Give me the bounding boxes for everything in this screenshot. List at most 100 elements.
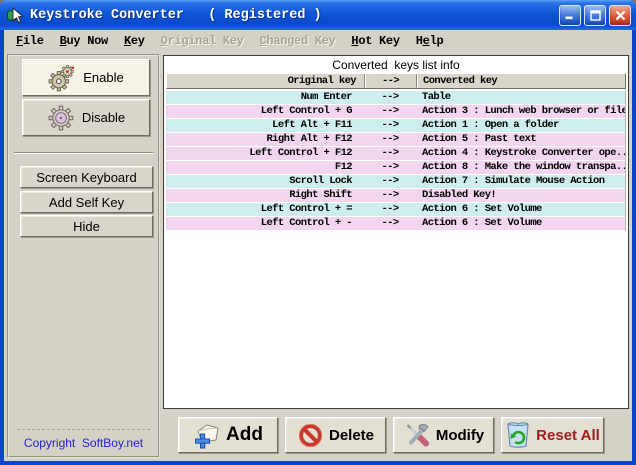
converted-key-cell: Table [416, 91, 625, 104]
converted-key-cell: Action 4 : Keystroke Converter ope... [416, 147, 625, 160]
menu-item-text: riginal Key [168, 34, 244, 48]
menu-item-buy-now[interactable]: Buy Now [52, 32, 116, 50]
list-title: Converted keys list info [164, 56, 628, 73]
column-header-original-key[interactable]: Original key [167, 74, 365, 88]
maximize-button[interactable] [584, 5, 606, 26]
menu-item-mnemonic: O [161, 34, 168, 48]
original-key-cell: Left Control + G [166, 105, 364, 118]
column-header-converted-key[interactable]: Converted key [417, 74, 625, 88]
menu-item-mnemonic: F [16, 34, 23, 48]
window-body: FileBuy NowKeyOriginal KeyChanged KeyHot… [4, 30, 632, 461]
delete-button[interactable]: Delete [285, 417, 386, 453]
add-label: Add [226, 424, 263, 446]
original-key-cell: Num Enter [166, 91, 364, 104]
minimize-button[interactable] [559, 5, 581, 26]
original-key-cell: Left Control + F12 [166, 147, 364, 160]
table-row[interactable]: Left Control + --->Action 6 : Set Volume [166, 217, 625, 231]
enable-button[interactable]: Enable [22, 59, 150, 96]
original-key-cell: Scroll Lock [166, 175, 364, 188]
converted-keys-panel: Converted keys list info Original key --… [163, 55, 629, 409]
arrow-cell: --> [364, 175, 416, 188]
arrow-cell: --> [364, 105, 416, 118]
add-button[interactable]: Add [178, 417, 278, 453]
converted-key-cell: Action 5 : Past text [416, 133, 625, 146]
menu-item-text: ile [23, 34, 44, 48]
converted-key-cell: Action 3 : Lunch web browser or file [416, 105, 625, 118]
table-row[interactable]: Scroll Lock-->Action 7 : Simulate Mouse … [166, 175, 625, 189]
table-row[interactable]: Left Control + =-->Action 6 : Set Volume [166, 203, 625, 217]
menu-item-mnemonic: B [60, 34, 67, 48]
table-row[interactable]: Left Control + G-->Action 3 : Lunch web … [166, 105, 625, 119]
converted-key-cell: Disabled Key! [416, 189, 625, 202]
modify-label: Modify [436, 427, 484, 444]
enable-label: Enable [83, 70, 123, 85]
menu-item-text: ey [131, 34, 145, 48]
menu-item-text: H [416, 34, 423, 48]
app-icon [7, 6, 25, 24]
converted-key-cell: Action 8 : Make the window transpa... [416, 161, 625, 174]
hide-label: Hide [73, 219, 100, 234]
table-row[interactable]: Right Alt + F12-->Action 5 : Past text [166, 133, 625, 147]
menu-bar: FileBuy NowKeyOriginal KeyChanged KeyHot… [4, 30, 632, 51]
menu-item-text: lp [430, 34, 444, 48]
maximize-icon [590, 10, 601, 21]
table-row[interactable]: Right Shift-->Disabled Key! [166, 189, 625, 203]
arrow-cell: --> [364, 189, 416, 202]
close-button[interactable] [609, 5, 631, 26]
table-row[interactable]: Left Alt + F11-->Action 1 : Open a folde… [166, 119, 625, 133]
arrow-cell: --> [364, 133, 416, 146]
modify-button[interactable]: Modify [393, 417, 494, 453]
arrow-cell: --> [364, 217, 416, 230]
menu-item-mnemonic: e [423, 34, 430, 48]
original-key-cell: Left Control + = [166, 203, 364, 216]
key-rows: Num Enter-->TableLeft Control + G-->Acti… [166, 91, 626, 231]
add-icon [193, 422, 221, 449]
menu-item-hot-key[interactable]: Hot Key [343, 32, 407, 50]
disable-gear-icon [47, 104, 75, 132]
menu-item-text: hanged Key [266, 34, 335, 48]
reset-all-label: Reset All [536, 427, 600, 444]
delete-label: Delete [329, 427, 374, 444]
minimize-icon [565, 10, 575, 20]
screen-keyboard-button[interactable]: Screen Keyboard [20, 166, 153, 188]
converted-key-cell: Action 6 : Set Volume [416, 203, 625, 216]
arrow-cell: --> [364, 119, 416, 132]
menu-item-original-key: Original Key [153, 32, 252, 50]
title-bar: Keystroke Converter ( Registered ) [0, 0, 636, 30]
converted-key-cell: Action 1 : Open a folder [416, 119, 625, 132]
menu-item-mnemonic: K [124, 34, 131, 48]
table-row[interactable]: F12-->Action 8 : Make the window transpa… [166, 161, 625, 175]
add-self-key-button[interactable]: Add Self Key [20, 191, 153, 213]
window-title: Keystroke Converter ( Registered ) [30, 8, 559, 23]
disable-button[interactable]: Disable [22, 99, 150, 136]
original-key-cell: Left Alt + F11 [166, 119, 364, 132]
sidebar-panel: Enable Disable Scre [7, 54, 160, 458]
delete-icon [297, 422, 324, 449]
reset-all-icon [505, 421, 531, 449]
arrow-cell: --> [364, 161, 416, 174]
reset-all-button[interactable]: Reset All [501, 417, 604, 453]
arrow-cell: --> [364, 91, 416, 104]
original-key-cell: F12 [166, 161, 364, 174]
table-row[interactable]: Left Control + F12-->Action 4 : Keystrok… [166, 147, 625, 161]
modify-icon [403, 421, 431, 449]
menu-item-key[interactable]: Key [116, 32, 153, 50]
enable-gear-icon [48, 64, 76, 92]
list-header: Original key --> Converted key [166, 73, 626, 89]
action-bar: Add Delete Modify [178, 417, 604, 453]
menu-item-help[interactable]: Help [408, 32, 452, 50]
close-icon [615, 10, 626, 21]
table-row[interactable]: Num Enter-->Table [166, 91, 625, 105]
column-header-arrow[interactable]: --> [365, 74, 417, 88]
disable-label: Disable [82, 110, 125, 125]
screen-keyboard-label: Screen Keyboard [36, 170, 136, 185]
converted-key-cell: Action 7 : Simulate Mouse Action [416, 175, 625, 188]
original-key-cell: Right Shift [166, 189, 364, 202]
app-window: Keystroke Converter ( Registered ) [0, 0, 636, 465]
hide-button[interactable]: Hide [20, 215, 153, 237]
menu-item-file[interactable]: File [8, 32, 52, 50]
copyright-separator [17, 429, 150, 430]
copyright-text: Copyright SoftBoy.net [9, 436, 158, 450]
menu-item-text: ot Key [358, 34, 399, 48]
original-key-cell: Right Alt + F12 [166, 133, 364, 146]
